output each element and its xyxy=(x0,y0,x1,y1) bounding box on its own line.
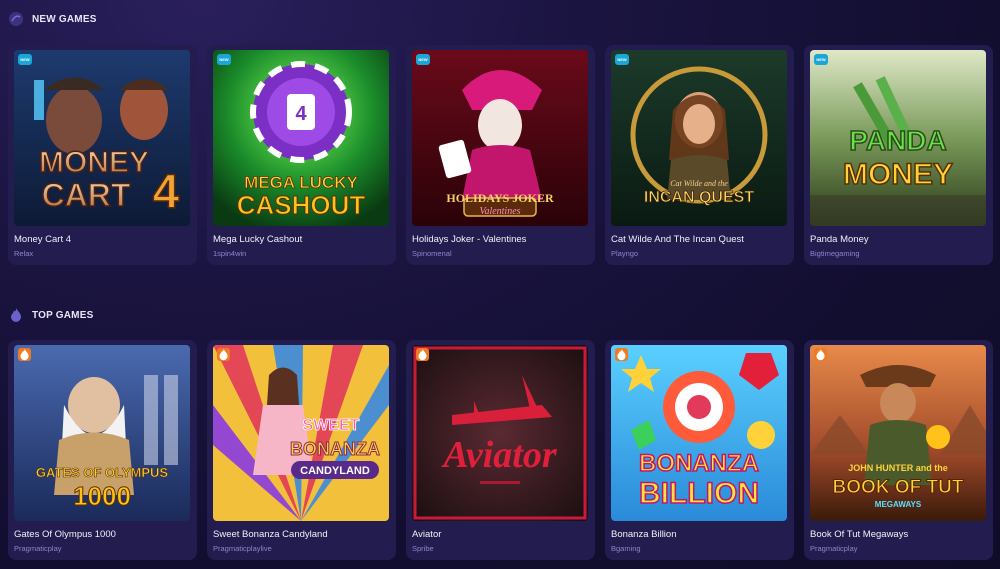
game-title[interactable]: Book Of Tut Megaways xyxy=(810,529,987,540)
game-thumbnail[interactable]: GATES OF OLYMPUS 1000 xyxy=(14,345,190,521)
game-title[interactable]: Mega Lucky Cashout xyxy=(213,234,390,245)
art-line-2: Valentines xyxy=(479,206,520,217)
game-card-money-cart-4[interactable]: MONEY CART 4 NEW Money Cart 4 Relax xyxy=(8,45,197,265)
game-provider: Spribe xyxy=(412,544,434,553)
game-card-mega-lucky-cashout[interactable]: 4 MEGA LUCKY CASHOUT NEW Mega Lucky Cash… xyxy=(207,45,396,265)
game-provider: Spinomenal xyxy=(412,249,452,258)
fire-badge-icon xyxy=(217,348,230,361)
art-line-2: INCAN QUEST xyxy=(644,189,754,206)
new-badge: NEW xyxy=(416,54,430,65)
art-line-1: PANDA xyxy=(849,125,946,156)
game-thumbnail[interactable]: Cat Wilde and the INCAN QUEST NEW xyxy=(611,50,787,226)
game-title[interactable]: Gates Of Olympus 1000 xyxy=(14,529,191,540)
art-line-1: SWEET xyxy=(303,417,360,434)
art-line-1: JOHN HUNTER and the xyxy=(848,463,948,473)
top-games-row: GATES OF OLYMPUS 1000 Gates Of Olympus 1… xyxy=(8,340,993,560)
game-card-aviator[interactable]: Aviator Aviator Spribe xyxy=(406,340,595,560)
game-title[interactable]: Sweet Bonanza Candyland xyxy=(213,529,390,540)
new-games-row: MONEY CART 4 NEW Money Cart 4 Relax 4 ME… xyxy=(8,45,993,265)
game-thumbnail[interactable]: SWEET BONANZA CANDYLAND xyxy=(213,345,389,521)
game-thumbnail[interactable]: JOHN HUNTER and the BOOK OF TUT MEGAWAYS xyxy=(810,345,986,521)
art-line-3: CANDYLAND xyxy=(300,465,370,477)
section-title-new-games: NEW GAMES xyxy=(32,13,97,25)
fire-badge-icon xyxy=(814,348,827,361)
top-games-header: TOP GAMES xyxy=(8,307,93,323)
art-line-2: CASHOUT xyxy=(237,190,366,220)
svg-text:4: 4 xyxy=(295,103,307,125)
game-provider: Bigtimegaming xyxy=(810,249,860,258)
game-provider: Pragmaticplay xyxy=(14,544,62,553)
fire-badge-icon xyxy=(18,348,31,361)
art-line-2: BILLION xyxy=(639,477,759,510)
art-line-1: BONANZA xyxy=(639,450,759,477)
game-thumbnail[interactable]: PANDA MONEY NEW xyxy=(810,50,986,226)
game-card-cat-wilde-incan-quest[interactable]: Cat Wilde and the INCAN QUEST NEW Cat Wi… xyxy=(605,45,794,265)
game-provider: Playngo xyxy=(611,249,639,258)
game-title[interactable]: Holidays Joker - Valentines xyxy=(412,234,589,245)
art-line-2: MONEY xyxy=(843,158,953,191)
art-line-1: HOLIDAYS JOKER xyxy=(446,191,554,205)
game-card-holidays-joker-valentines[interactable]: HOLIDAYS JOKER Valentines NEW Holidays J… xyxy=(406,45,595,265)
game-title[interactable]: Panda Money xyxy=(810,234,987,245)
game-title[interactable]: Bonanza Billion xyxy=(611,529,788,540)
game-thumbnail[interactable]: Aviator xyxy=(412,345,588,521)
game-thumbnail[interactable]: BONANZA BILLION xyxy=(611,345,787,521)
art-line-2: CART xyxy=(42,177,131,213)
flame-icon xyxy=(8,307,24,323)
new-games-header: NEW GAMES xyxy=(8,11,97,27)
game-thumbnail[interactable]: 4 MEGA LUCKY CASHOUT NEW xyxy=(213,50,389,226)
game-thumbnail[interactable]: HOLIDAYS JOKER Valentines NEW xyxy=(412,50,588,226)
game-title[interactable]: Aviator xyxy=(412,529,589,540)
game-provider: Bgaming xyxy=(611,544,641,553)
fire-badge-icon xyxy=(615,348,628,361)
game-card-bonanza-billion[interactable]: BONANZA BILLION Bonanza Billion Bgaming xyxy=(605,340,794,560)
game-title[interactable]: Money Cart 4 xyxy=(14,234,191,245)
game-thumbnail[interactable]: MONEY CART 4 NEW xyxy=(14,50,190,226)
art-line-1: Cat Wilde and the xyxy=(670,179,728,188)
art-line-2: BONANZA xyxy=(290,439,380,459)
fire-badge-icon xyxy=(416,348,429,361)
game-title[interactable]: Cat Wilde And The Incan Quest xyxy=(611,234,788,245)
game-card-sweet-bonanza-candyland[interactable]: SWEET BONANZA CANDYLAND Sweet Bonanza Ca… xyxy=(207,340,396,560)
game-card-panda-money[interactable]: PANDA MONEY NEW Panda Money Bigtimegamin… xyxy=(804,45,993,265)
new-badge: NEW xyxy=(217,54,231,65)
new-badge: NEW xyxy=(814,54,828,65)
new-badge: NEW xyxy=(615,54,629,65)
game-provider: Pragmaticplay xyxy=(810,544,858,553)
section-title-top-games: TOP GAMES xyxy=(32,309,94,321)
art-line-1: Aviator xyxy=(441,434,558,476)
new-badge: NEW xyxy=(18,54,32,65)
game-card-gates-of-olympus-1000[interactable]: GATES OF OLYMPUS 1000 Gates Of Olympus 1… xyxy=(8,340,197,560)
game-provider: 1spin4win xyxy=(213,249,247,258)
art-line-3: MEGAWAYS xyxy=(875,500,922,509)
art-line-1: MONEY xyxy=(39,146,149,179)
game-provider: Pragmaticplaylive xyxy=(213,544,272,553)
art-line-2: BOOK OF TUT xyxy=(833,477,964,498)
game-provider: Relax xyxy=(14,249,34,258)
art-line-1: GATES OF OLYMPUS xyxy=(36,465,169,480)
game-card-book-of-tut-megaways[interactable]: JOHN HUNTER and the BOOK OF TUT MEGAWAYS… xyxy=(804,340,993,560)
art-number: 4 xyxy=(153,166,180,219)
swirl-icon xyxy=(8,11,24,27)
art-line-2: 1000 xyxy=(73,481,131,511)
